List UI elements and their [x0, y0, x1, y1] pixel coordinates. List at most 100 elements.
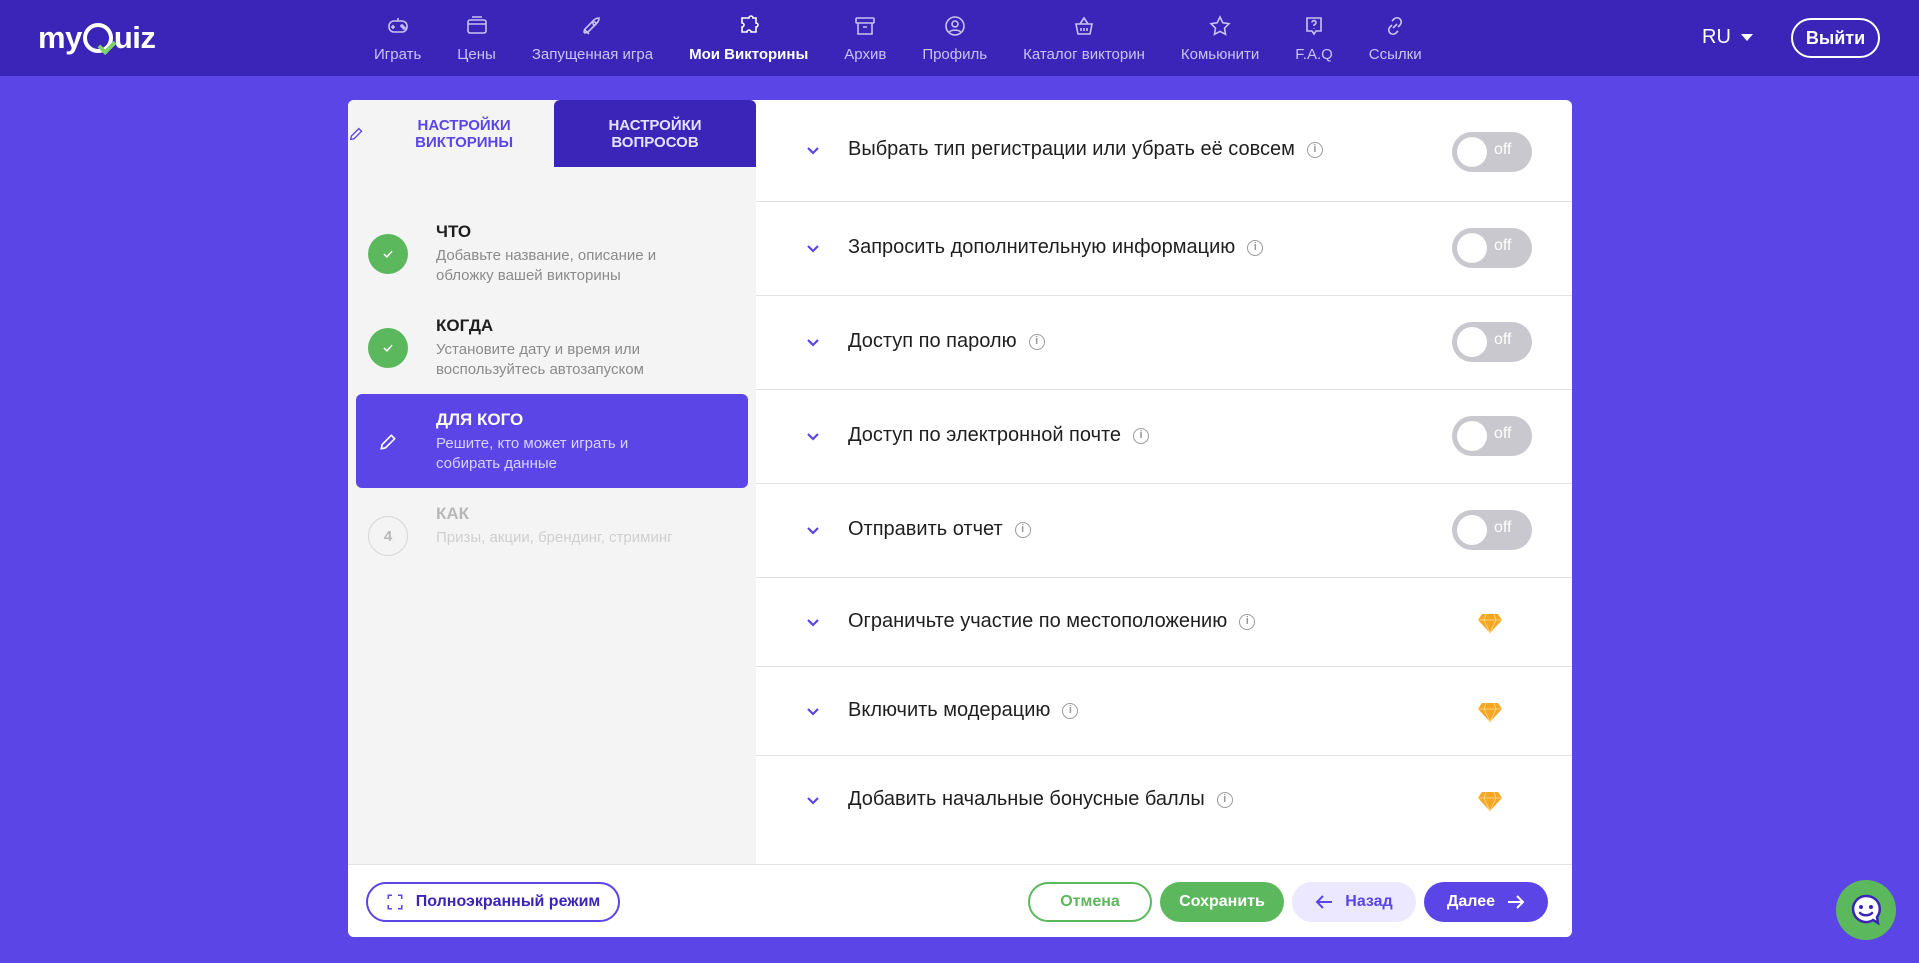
chevron-down-icon [807, 245, 819, 253]
setting-label: Доступ по электронной почте [848, 424, 1122, 446]
info-icon[interactable]: i [1247, 239, 1264, 256]
steps-panel: Настройки викторины Настройки вопросов Ч… [348, 100, 756, 864]
main-nav: Играть Цены Запущенная игра Мои Викторин… [356, 0, 1440, 76]
nav-item-label: Профиль [922, 46, 988, 63]
language-selector[interactable]: RU [1702, 26, 1753, 49]
nav-item-faq[interactable]: F.A.Q [1277, 0, 1351, 76]
next-button[interactable]: Далее [1424, 882, 1548, 922]
nav-item-links[interactable]: Ссылки [1351, 0, 1440, 76]
logo-text-my: my [38, 20, 82, 55]
step-description: Призы, акции, брендинг, стриминг [436, 529, 673, 546]
toggle-label: off [1494, 331, 1512, 348]
user-icon [944, 16, 965, 36]
pencil-icon [349, 127, 363, 140]
step-when[interactable]: КОГДА Установите дату и время или воспол… [356, 300, 748, 394]
arrow-left-icon [1315, 895, 1333, 909]
toggle-label: off [1494, 237, 1512, 254]
step-description: Добавьте название, описание и обложку ва… [436, 247, 657, 284]
chevron-down-icon [807, 147, 819, 155]
setting-row-moderation[interactable]: Включить модерацию i [756, 667, 1572, 756]
info-icon[interactable]: i [1239, 613, 1256, 630]
email-access-toggle[interactable]: off [1452, 416, 1532, 456]
fullscreen-button[interactable]: Полноэкранный режим [366, 882, 620, 922]
fullscreen-icon [387, 894, 403, 910]
step-for-whom[interactable]: ДЛЯ КОГО Решите, кто может играть и соби… [356, 394, 748, 488]
tab-label: Настройки викторины [415, 116, 514, 151]
setting-title-row: Включить модерацию i [848, 699, 1079, 722]
tab-question-settings[interactable]: Настройки вопросов [554, 100, 756, 167]
wallet-icon [466, 16, 487, 34]
chevron-down-icon [807, 433, 819, 441]
toggle-knob [1457, 515, 1487, 545]
nav-item-label: Играть [374, 46, 422, 63]
logo-q-checkmark-icon [82, 23, 113, 53]
setting-row-additional-info[interactable]: Запросить дополнительную информацию i of… [756, 202, 1572, 296]
toggle-knob [1457, 327, 1487, 357]
nav-item-my-quizzes[interactable]: Мои Викторины [671, 0, 826, 76]
step-title: КАК [436, 504, 470, 523]
premium-diamond-icon[interactable] [1478, 612, 1502, 634]
logo[interactable]: my uiz [38, 18, 156, 58]
setting-title-row: Доступ по электронной почте i [848, 424, 1150, 447]
puzzle-icon [740, 15, 759, 33]
setting-row-password[interactable]: Доступ по паролю i off [756, 296, 1572, 390]
arrow-right-icon [1508, 895, 1525, 909]
step-what[interactable]: ЧТО Добавьте название, описание и обложк… [356, 206, 748, 300]
setting-label: Доступ по паролю [848, 330, 1017, 352]
setting-row-location-limit[interactable]: Ограничьте участие по местоположению i [756, 578, 1572, 667]
send-report-toggle[interactable]: off [1452, 510, 1532, 550]
password-toggle[interactable]: off [1452, 322, 1532, 362]
registration-toggle[interactable]: off [1452, 132, 1532, 172]
nav-item-quiz-catalog[interactable]: Каталог викторин [1005, 0, 1163, 76]
info-icon[interactable]: i [1062, 702, 1079, 719]
nav-item-label: F.A.Q [1295, 46, 1333, 63]
basket-icon [1075, 16, 1093, 35]
info-icon[interactable]: i [1028, 333, 1045, 350]
premium-diamond-icon[interactable] [1478, 701, 1502, 723]
setting-label: Ограничьте участие по местоположению [848, 610, 1228, 632]
setting-title-row: Ограничьте участие по местоположению i [848, 610, 1256, 633]
cancel-button[interactable]: Отмена [1028, 882, 1152, 922]
nav-item-label: Запущенная игра [531, 46, 654, 63]
nav-item-play[interactable]: Играть [356, 0, 439, 76]
setting-title-row: Доступ по паролю i [848, 330, 1045, 353]
info-icon[interactable]: i [1216, 791, 1233, 808]
chat-widget-button[interactable] [1836, 880, 1896, 940]
nav-item-community[interactable]: Комьюнити [1163, 0, 1277, 76]
save-button[interactable]: Сохранить [1160, 882, 1284, 922]
nav-item-archive[interactable]: Архив [826, 0, 904, 76]
info-icon[interactable]: i [1133, 427, 1150, 444]
setting-label: Запросить дополнительную информацию [848, 236, 1236, 258]
toggle-label: off [1494, 141, 1512, 158]
info-icon[interactable]: i [1014, 521, 1031, 538]
rocket-icon [583, 17, 601, 35]
toggle-knob [1457, 137, 1487, 167]
nav-item-label: Ссылки [1368, 46, 1422, 63]
star-icon [1209, 15, 1231, 36]
setting-row-registration[interactable]: Выбрать тип регистрации или убрать её со… [756, 100, 1572, 202]
nav-item-profile[interactable]: Профиль [904, 0, 1005, 76]
info-icon[interactable]: i [1306, 141, 1323, 158]
chevron-down-icon [807, 619, 819, 627]
setting-row-bonus-points[interactable]: Добавить начальные бонусные баллы i [756, 756, 1572, 845]
step-description: Решите, кто может играть и собирать данн… [436, 435, 629, 472]
toggle-knob [1457, 233, 1487, 263]
step-title: ЧТО [436, 222, 472, 241]
back-button[interactable]: Назад [1292, 882, 1416, 922]
gamepad-icon [387, 18, 408, 33]
chat-smile-icon [1851, 894, 1882, 926]
setting-row-email-access[interactable]: Доступ по электронной почте i off [756, 390, 1572, 484]
logout-button[interactable]: Выйти [1791, 18, 1880, 58]
nav-item-running-game[interactable]: Запущенная игра [514, 0, 671, 76]
toggle-label: off [1494, 519, 1512, 536]
chevron-down-icon [1740, 34, 1753, 41]
setting-row-send-report[interactable]: Отправить отчет i off [756, 484, 1572, 578]
back-label: Назад [1345, 893, 1393, 910]
premium-diamond-icon[interactable] [1478, 790, 1502, 812]
step-how[interactable]: 4 КАК Призы, акции, брендинг, стриминг [356, 488, 748, 582]
nav-item-prices[interactable]: Цены [439, 0, 514, 76]
question-icon [1306, 17, 1322, 36]
setting-title-row: Выбрать тип регистрации или убрать её со… [848, 138, 1323, 161]
tab-quiz-settings[interactable]: Настройки викторины [348, 100, 552, 167]
additional-info-toggle[interactable]: off [1452, 228, 1532, 268]
